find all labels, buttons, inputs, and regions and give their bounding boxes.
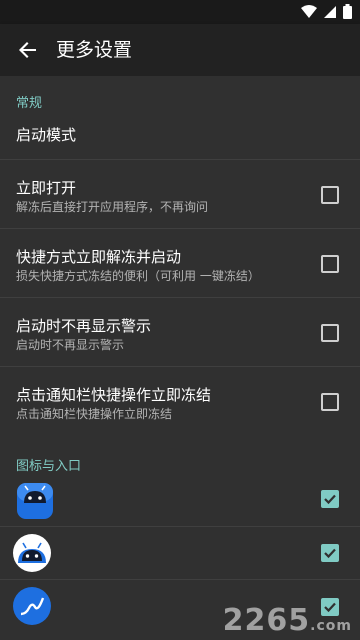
status-icons bbox=[301, 4, 352, 19]
pref-title: 点击通知栏快捷操作立即冻结 bbox=[16, 386, 212, 404]
pref-summary: 损失快捷方式冻结的便利（可利用 一键冻结） bbox=[16, 269, 260, 283]
launch-mode-item[interactable]: 启动模式 bbox=[16, 124, 76, 145]
checkbox-notification-freeze[interactable] bbox=[321, 393, 339, 411]
page-title: 更多设置 bbox=[56, 39, 133, 61]
check-icon bbox=[324, 548, 336, 559]
cell-signal-icon bbox=[324, 5, 336, 18]
pref-title: 快捷方式立即解冻并启动 bbox=[16, 248, 182, 266]
android-robot-circle-icon bbox=[13, 534, 51, 572]
battery-icon bbox=[343, 4, 352, 19]
checkbox-shortcut-unfreeze-launch[interactable] bbox=[321, 255, 339, 273]
checkbox-open-immediately[interactable] bbox=[321, 186, 339, 204]
settings-list[interactable]: 常规 启动模式 立即打开 解冻后直接打开应用程序，不再询问 快捷方式立即解冻并启… bbox=[0, 76, 360, 640]
section-header-icons-entries: 图标与入口 bbox=[16, 459, 82, 474]
pref-summary: 解冻后直接打开应用程序，不再询问 bbox=[16, 200, 209, 214]
status-bar bbox=[0, 0, 360, 24]
arrow-back-icon bbox=[19, 42, 36, 58]
wifi-icon bbox=[301, 4, 317, 18]
pref-shortcut-unfreeze-launch[interactable]: 快捷方式立即解冻并启动 损失快捷方式冻结的便利（可利用 一键冻结） bbox=[0, 229, 360, 297]
pref-title: 启动时不再显示警示 bbox=[16, 317, 152, 335]
checkbox-icon-entry-2[interactable] bbox=[321, 544, 339, 562]
app-bar: 更多设置 bbox=[0, 24, 360, 76]
watermark-text: 2265 bbox=[222, 603, 311, 638]
icon-entry-row[interactable] bbox=[0, 527, 360, 579]
pref-no-warning-on-launch[interactable]: 启动时不再显示警示 启动时不再显示警示 bbox=[0, 298, 360, 366]
icon-entry-row[interactable] bbox=[0, 478, 360, 524]
watermark-sub: .com bbox=[310, 618, 352, 634]
check-icon bbox=[324, 494, 336, 505]
trend-line-circle-icon bbox=[13, 587, 51, 625]
section-header-general: 常规 bbox=[16, 96, 43, 111]
pref-open-immediately[interactable]: 立即打开 解冻后直接打开应用程序，不再询问 bbox=[0, 160, 360, 228]
pref-summary: 点击通知栏快捷操作立即冻结 bbox=[16, 407, 173, 421]
pref-summary: 启动时不再显示警示 bbox=[16, 338, 125, 352]
android-robot-square-icon bbox=[17, 483, 53, 519]
watermark-logo: 2265.com bbox=[223, 603, 352, 638]
pref-title: 立即打开 bbox=[16, 179, 77, 197]
pref-notification-freeze[interactable]: 点击通知栏快捷操作立即冻结 点击通知栏快捷操作立即冻结 bbox=[0, 367, 360, 435]
checkbox-icon-entry-1[interactable] bbox=[321, 490, 339, 508]
checkbox-no-warning-on-launch[interactable] bbox=[321, 324, 339, 342]
back-button[interactable] bbox=[8, 30, 48, 70]
